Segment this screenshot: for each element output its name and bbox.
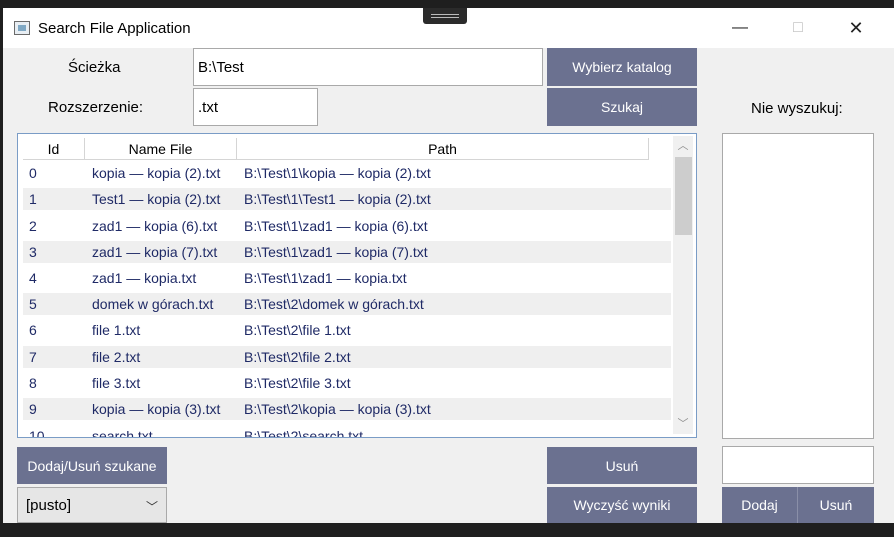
table-row[interactable]: 10 search.txt B:\Test\2\search.txt (23, 425, 671, 438)
exclude-list[interactable] (722, 133, 874, 439)
drag-handle-icon[interactable] (423, 8, 467, 24)
cell-name: zad1 — kopia.txt (92, 270, 197, 286)
cell-id: 6 (29, 322, 37, 338)
extension-label: Rozszerzenie: (48, 99, 144, 116)
add-button[interactable]: Dodaj (722, 487, 798, 523)
table-row[interactable]: 6 file 1.txt B:\Test\2\file 1.txt (23, 319, 671, 341)
table-row[interactable]: 9 kopia — kopia (3).txt B:\Test\2\kopia — … (23, 398, 671, 420)
cell-path: B:\Test\2\file 2.txt (244, 349, 351, 365)
cell-id: 4 (29, 270, 37, 286)
cell-name: kopia — kopia (3).txt (92, 401, 221, 417)
cell-id: 9 (29, 401, 37, 417)
choose-directory-button[interactable]: Wybierz katalog (547, 48, 697, 86)
extension-dropdown[interactable]: [pusto] ﹀ (17, 487, 167, 523)
search-button[interactable]: Szukaj (547, 88, 697, 126)
cell-name: file 3.txt (92, 375, 141, 391)
cell-name: file 2.txt (92, 349, 141, 365)
main-window: Search File Application — □ ✕ Ścieżka B:… (3, 8, 894, 523)
path-label: Ścieżka (68, 59, 121, 76)
remove-excluded-button[interactable]: Usuń (798, 487, 874, 523)
cell-name: Test1 — kopia (2).txt (92, 191, 221, 207)
cell-name: file 1.txt (92, 322, 141, 338)
scroll-thumb[interactable] (675, 157, 692, 235)
cell-path: B:\Test\2\file 3.txt (244, 375, 351, 391)
header-path[interactable]: Path (237, 138, 649, 160)
cell-path: B:\Test\2\kopia — kopia (3).txt (244, 401, 431, 417)
table-row[interactable]: 4 zad1 — kopia.txt B:\Test\1\zad1 — kopia.… (23, 267, 671, 289)
table-row[interactable]: 5 domek w górach.txt B:\Test\2\domek w gór… (23, 293, 671, 315)
cell-path: B:\Test\2\search.txt (244, 428, 364, 438)
cell-name: kopia — kopia (2).txt (92, 165, 221, 181)
close-button[interactable]: ✕ (827, 8, 885, 48)
cell-path: B:\Test\2\file 1.txt (244, 322, 351, 338)
cell-id: 1 (29, 191, 37, 207)
title-bar[interactable]: Search File Application — □ ✕ (3, 8, 894, 48)
cell-path: B:\Test\1\zad1 — kopia.txt (244, 270, 407, 286)
cell-name: zad1 — kopia (6).txt (92, 218, 218, 234)
table-row[interactable]: 7 file 2.txt B:\Test\2\file 2.txt (23, 346, 671, 368)
app-icon (14, 21, 30, 35)
chevron-down-icon: ﹀ (145, 500, 158, 514)
cell-path: B:\Test\1\zad1 — kopia (6).txt (244, 218, 428, 234)
scroll-up-icon[interactable]: ︿ (673, 136, 693, 156)
exclude-label: Nie wyszukuj: (751, 100, 843, 117)
grid-scrollbar[interactable]: ︿ ﹀ (673, 136, 693, 434)
cell-path: B:\Test\2\domek w górach.txt (244, 296, 424, 312)
cell-name: domek w górach.txt (92, 296, 214, 312)
table-row[interactable]: 8 file 3.txt B:\Test\2\file 3.txt (23, 372, 671, 394)
cell-id: 8 (29, 375, 37, 391)
cell-path: B:\Test\1\kopia — kopia (2).txt (244, 165, 431, 181)
path-input[interactable]: B:\Test (193, 48, 543, 86)
cell-name: search.txt (92, 428, 153, 438)
dropdown-value: [pusto] (26, 496, 72, 514)
table-row[interactable]: 1 Test1 — kopia (2).txt B:\Test\1\Test1 — … (23, 188, 671, 210)
remove-button[interactable]: Usuń (547, 447, 697, 484)
results-grid[interactable]: Id Name File Path 0 kopia — kopia (2).txt… (17, 133, 697, 438)
cell-name: zad1 — kopia (7).txt (92, 244, 218, 260)
cell-id: 5 (29, 296, 37, 312)
cell-id: 7 (29, 349, 37, 365)
cell-path: B:\Test\1\zad1 — kopia (7).txt (244, 244, 428, 260)
table-row[interactable]: 0 kopia — kopia (2).txt B:\Test\1\kopia — … (23, 162, 671, 184)
cell-id: 0 (29, 165, 37, 181)
window-title: Search File Application (38, 20, 191, 37)
table-row[interactable]: 2 zad1 — kopia (6).txt B:\Test\1\zad1 — ko… (23, 215, 671, 237)
minimize-button[interactable]: — (711, 8, 769, 48)
add-remove-searched-button[interactable]: Dodaj/Usuń szukane (17, 447, 167, 484)
exclude-input[interactable] (722, 446, 874, 484)
table-row[interactable]: 3 zad1 — kopia (7).txt B:\Test\1\zad1 — ko… (23, 241, 671, 263)
grid-header: Id Name File Path (23, 138, 669, 160)
cell-id: 10 (29, 428, 45, 438)
scroll-down-icon[interactable]: ﹀ (673, 414, 693, 434)
cell-id: 2 (29, 218, 37, 234)
clear-results-button[interactable]: Wyczyść wyniki (547, 487, 697, 523)
maximize-button[interactable]: □ (769, 8, 827, 48)
cell-id: 3 (29, 244, 37, 260)
header-id[interactable]: Id (23, 138, 85, 160)
header-name-file[interactable]: Name File (85, 138, 237, 160)
cell-path: B:\Test\1\Test1 — kopia (2).txt (244, 191, 431, 207)
extension-input[interactable]: .txt (193, 88, 318, 126)
